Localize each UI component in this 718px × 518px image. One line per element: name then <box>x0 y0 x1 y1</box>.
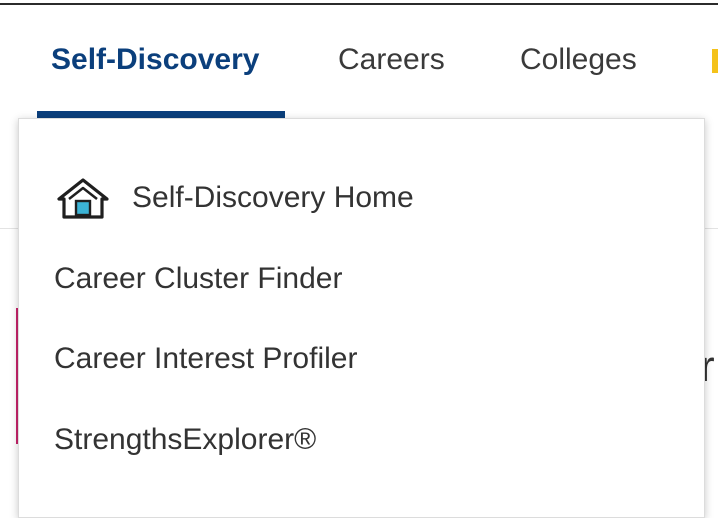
home-icon <box>56 177 110 219</box>
menu-item-label: Self-Discovery Home <box>132 181 414 215</box>
tab-colleges[interactable]: Colleges <box>520 38 637 82</box>
active-tab-underline <box>37 111 285 118</box>
menu-item-career-interest-profiler[interactable]: Career Interest Profiler <box>54 339 357 379</box>
menu-item-strengths-explorer[interactable]: StrengthsExplorer® <box>54 420 316 460</box>
page: Self-Discovery Careers Colleges r Self-D… <box>0 0 718 518</box>
tab-careers[interactable]: Careers <box>338 38 445 82</box>
tab-overflow-partial[interactable] <box>712 49 718 73</box>
self-discovery-dropdown-menu: Self-Discovery Home Career Cluster Finde… <box>18 118 705 518</box>
tab-self-discovery[interactable]: Self-Discovery <box>51 38 259 82</box>
main-nav: Self-Discovery Careers Colleges <box>0 5 718 120</box>
menu-item-career-cluster-finder[interactable]: Career Cluster Finder <box>54 259 342 299</box>
menu-item-self-discovery-home[interactable]: Self-Discovery Home <box>56 177 414 219</box>
